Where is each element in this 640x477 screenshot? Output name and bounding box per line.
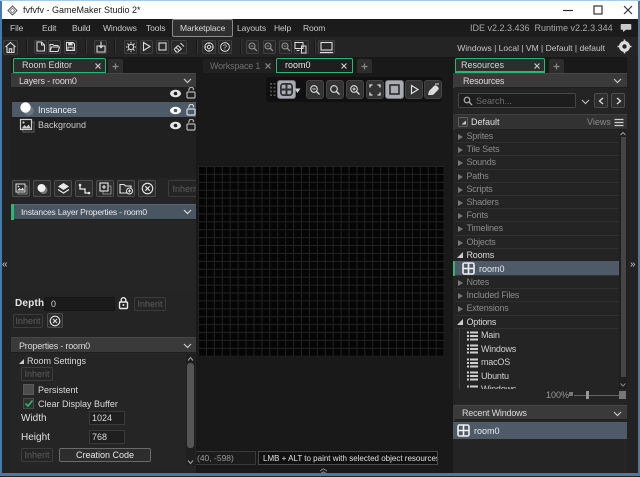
svg-text:?: ?: [223, 44, 227, 51]
